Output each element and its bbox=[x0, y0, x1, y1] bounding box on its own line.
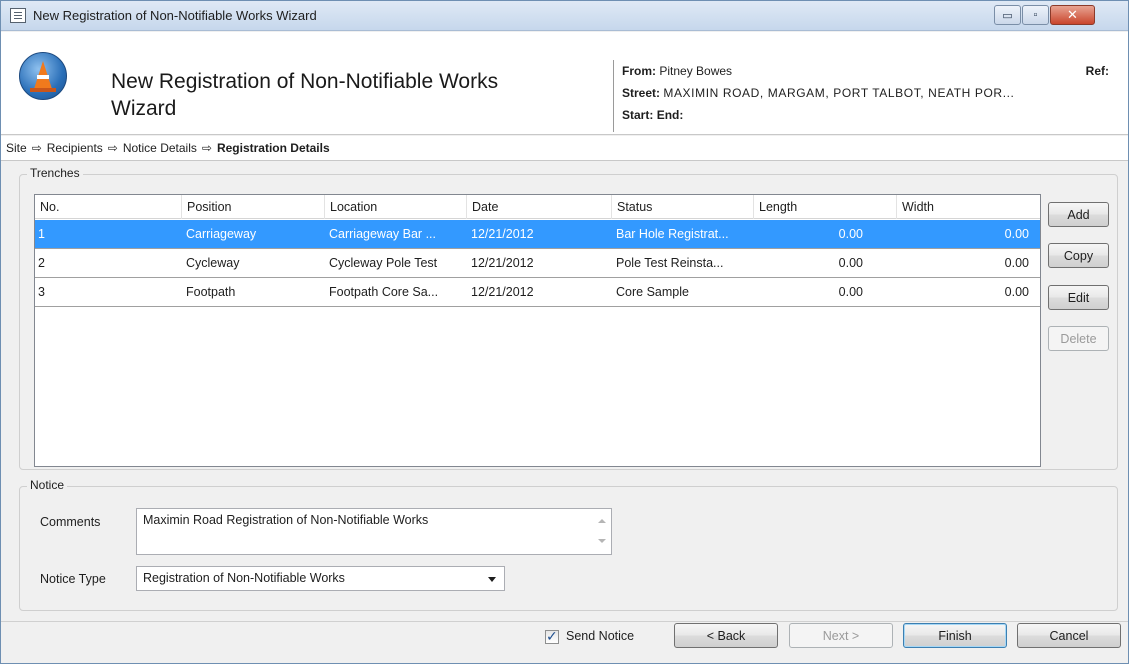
comments-scrollbar[interactable] bbox=[594, 509, 611, 554]
cell-no: 1 bbox=[38, 227, 45, 241]
cell-position: Footpath bbox=[186, 285, 236, 299]
table-row[interactable]: 2 Cycleway Cycleway Pole Test 12/21/2012… bbox=[35, 249, 1040, 278]
grid-header: No. Position Location Date Status Length… bbox=[35, 195, 1040, 219]
cell-length: 0.00 bbox=[838, 256, 863, 270]
comments-textarea[interactable]: Maximin Road Registration of Non-Notifia… bbox=[136, 508, 612, 555]
notice-type-value: Registration of Non-Notifiable Works bbox=[143, 571, 345, 585]
cell-date: 12/21/2012 bbox=[471, 285, 534, 299]
start-label: Start: bbox=[622, 108, 654, 122]
cell-status: Bar Hole Registrat... bbox=[616, 227, 729, 241]
from-value: Pitney Bowes bbox=[659, 64, 733, 78]
cell-status: Core Sample bbox=[616, 285, 689, 299]
delete-trench-button[interactable]: Delete bbox=[1048, 326, 1109, 351]
title-bar[interactable]: New Registration of Non-Notifiable Works… bbox=[1, 1, 1128, 31]
breadcrumb-arrow-icon: ⇨ bbox=[201, 141, 212, 155]
cell-location: Cycleway Pole Test bbox=[329, 256, 438, 270]
notice-type-label: Notice Type bbox=[40, 572, 106, 586]
breadcrumb-notice-details: Notice Details bbox=[122, 141, 197, 155]
wizard-header: New Registration of Non-Notifiable Works… bbox=[1, 32, 1128, 135]
finish-button[interactable]: Finish bbox=[903, 623, 1007, 648]
table-row[interactable]: 3 Footpath Footpath Core Sa... 12/21/201… bbox=[35, 278, 1040, 307]
cell-width: 0.00 bbox=[1004, 256, 1029, 270]
trenches-grid[interactable]: No. Position Location Date Status Length… bbox=[34, 194, 1041, 467]
column-header-location[interactable]: Location bbox=[325, 195, 467, 219]
notice-info-panel: From: Pitney Bowes Ref: Street: MAXIMIN … bbox=[613, 60, 1123, 132]
copy-trench-button[interactable]: Copy bbox=[1048, 243, 1109, 268]
cell-no: 3 bbox=[38, 285, 45, 299]
breadcrumb-registration-details: Registration Details bbox=[216, 141, 330, 155]
column-header-width[interactable]: Width bbox=[897, 195, 1040, 219]
cell-status: Pole Test Reinsta... bbox=[616, 256, 724, 270]
add-trench-button[interactable]: Add bbox=[1048, 202, 1109, 227]
column-header-status[interactable]: Status bbox=[612, 195, 754, 219]
cell-position: Carriageway bbox=[186, 227, 257, 241]
cell-length: 0.00 bbox=[838, 227, 863, 241]
end-label: End: bbox=[656, 108, 684, 122]
column-header-date[interactable]: Date bbox=[467, 195, 612, 219]
cell-position: Cycleway bbox=[186, 256, 240, 270]
traffic-cone-icon bbox=[19, 52, 67, 100]
street-label: Street: bbox=[622, 86, 661, 100]
maximize-button[interactable]: ▫ bbox=[1022, 5, 1049, 25]
breadcrumb-arrow-icon: ⇨ bbox=[31, 141, 42, 155]
notice-label: Notice bbox=[27, 478, 68, 492]
wizard-window: New Registration of Non-Notifiable Works… bbox=[0, 0, 1129, 664]
breadcrumb: Site ⇨ Recipients ⇨ Notice Details ⇨ Registrat… bbox=[1, 136, 1128, 161]
cell-width: 0.00 bbox=[1004, 227, 1029, 241]
send-notice-label[interactable]: Send Notice bbox=[566, 629, 634, 643]
scroll-up-icon[interactable] bbox=[598, 519, 606, 523]
cell-date: 12/21/2012 bbox=[471, 227, 534, 241]
cancel-button[interactable]: Cancel bbox=[1017, 623, 1121, 648]
comments-value: Maximin Road Registration of Non-Notifia… bbox=[143, 513, 429, 527]
cell-no: 2 bbox=[38, 256, 45, 270]
notice-type-select[interactable]: Registration of Non-Notifiable Works bbox=[136, 566, 505, 591]
window-menu-icon[interactable] bbox=[10, 8, 26, 23]
column-header-position[interactable]: Position bbox=[182, 195, 325, 219]
wizard-title: New Registration of Non-Notifiable Works… bbox=[111, 70, 499, 120]
cell-location: Footpath Core Sa... bbox=[329, 285, 439, 299]
trenches-label: Trenches bbox=[27, 166, 83, 180]
breadcrumb-arrow-icon: ⇨ bbox=[107, 141, 118, 155]
ref-label: Ref: bbox=[1085, 64, 1109, 78]
back-button[interactable]: < Back bbox=[674, 623, 778, 648]
breadcrumb-recipients: Recipients bbox=[46, 141, 103, 155]
cell-date: 12/21/2012 bbox=[471, 256, 534, 270]
footer-divider bbox=[1, 621, 1128, 622]
cell-length: 0.00 bbox=[838, 285, 863, 299]
cell-width: 0.00 bbox=[1004, 285, 1029, 299]
edit-trench-button[interactable]: Edit bbox=[1048, 285, 1109, 310]
chevron-down-icon[interactable] bbox=[488, 577, 496, 582]
comments-label: Comments bbox=[40, 515, 101, 529]
from-label: From: bbox=[622, 64, 656, 78]
breadcrumb-site: Site bbox=[6, 141, 27, 155]
column-header-no[interactable]: No. bbox=[35, 195, 182, 219]
street-value: MAXIMIN ROAD, MARGAM, PORT TALBOT, NEATH… bbox=[663, 86, 1015, 100]
minimize-button[interactable]: ▭ bbox=[994, 5, 1021, 25]
scroll-down-icon[interactable] bbox=[598, 539, 606, 543]
window-title: New Registration of Non-Notifiable Works… bbox=[33, 8, 317, 23]
cell-location: Carriageway Bar ... bbox=[329, 227, 436, 241]
column-header-length[interactable]: Length bbox=[754, 195, 897, 219]
close-button[interactable]: ✕ bbox=[1050, 5, 1095, 25]
next-button[interactable]: Next > bbox=[789, 623, 893, 648]
checkmark-icon: ✓ bbox=[546, 628, 558, 644]
table-row[interactable]: 1 Carriageway Carriageway Bar ... 12/21/… bbox=[35, 220, 1040, 249]
send-notice-checkbox[interactable]: ✓ bbox=[545, 628, 559, 644]
